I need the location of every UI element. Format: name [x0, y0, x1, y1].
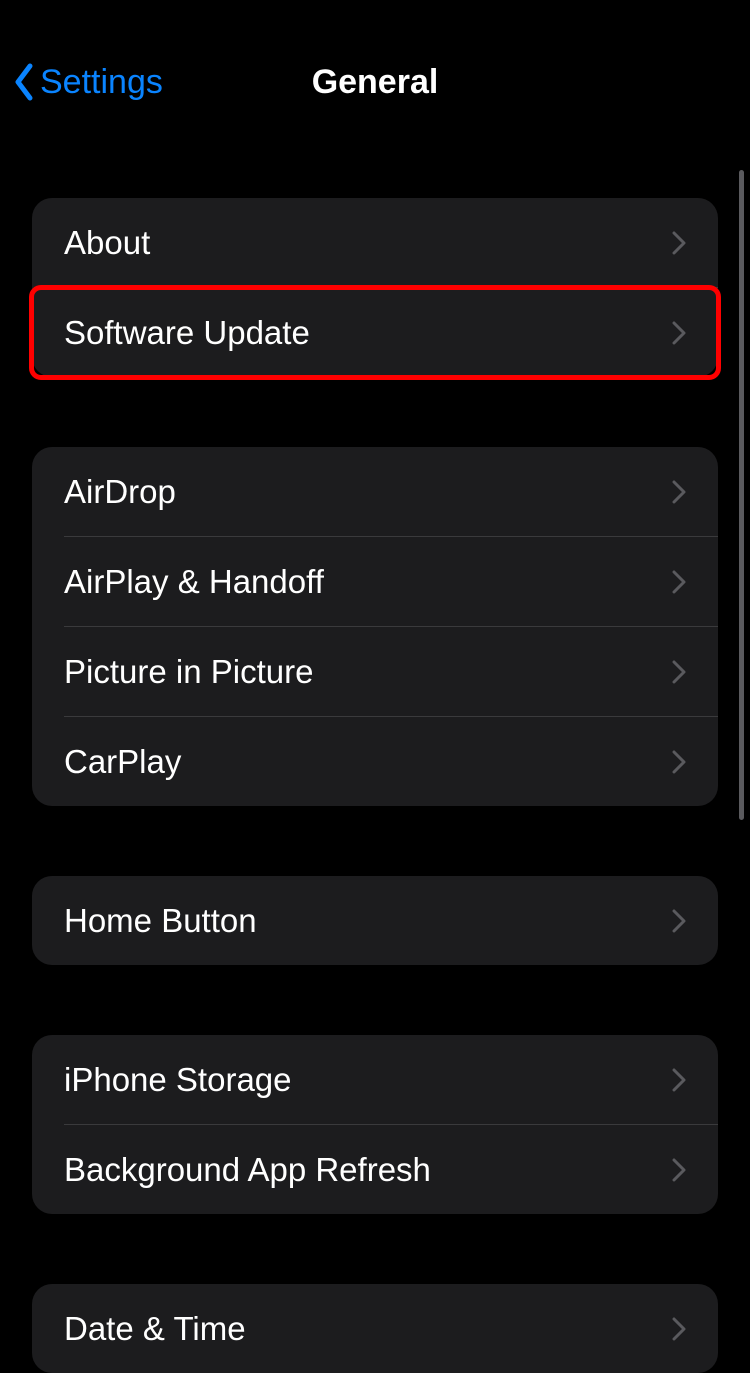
chevron-right-icon	[672, 750, 686, 774]
row-label: Picture in Picture	[64, 653, 313, 691]
chevron-right-icon	[672, 570, 686, 594]
chevron-right-icon	[672, 321, 686, 345]
row-date-time[interactable]: Date & Time	[32, 1284, 718, 1373]
settings-group: About Software Update	[32, 198, 718, 377]
page-title: General	[312, 63, 439, 102]
chevron-left-icon	[12, 62, 36, 102]
back-button-label: Settings	[40, 63, 163, 102]
row-background-app-refresh[interactable]: Background App Refresh	[32, 1125, 718, 1214]
chevron-right-icon	[672, 1158, 686, 1182]
chevron-right-icon	[672, 1317, 686, 1341]
settings-group: iPhone Storage Background App Refresh	[32, 1035, 718, 1214]
row-airdrop[interactable]: AirDrop	[32, 447, 718, 536]
chevron-right-icon	[672, 480, 686, 504]
row-about[interactable]: About	[32, 198, 718, 287]
settings-group: Date & Time	[32, 1284, 718, 1373]
row-label: CarPlay	[64, 743, 181, 781]
row-label: AirDrop	[64, 473, 176, 511]
row-label: Date & Time	[64, 1310, 246, 1348]
row-label: AirPlay & Handoff	[64, 563, 324, 601]
row-iphone-storage[interactable]: iPhone Storage	[32, 1035, 718, 1124]
navigation-bar: Settings General	[0, 38, 750, 126]
chevron-right-icon	[672, 1068, 686, 1092]
row-label: iPhone Storage	[64, 1061, 292, 1099]
chevron-right-icon	[672, 231, 686, 255]
row-home-button[interactable]: Home Button	[32, 876, 718, 965]
chevron-right-icon	[672, 909, 686, 933]
settings-group: AirDrop AirPlay & Handoff Picture in Pic…	[32, 447, 718, 806]
content-area: About Software Update AirDrop AirPlay & …	[0, 198, 750, 1373]
back-button[interactable]: Settings	[12, 62, 163, 102]
row-carplay[interactable]: CarPlay	[32, 717, 718, 806]
chevron-right-icon	[672, 660, 686, 684]
row-picture-in-picture[interactable]: Picture in Picture	[32, 627, 718, 716]
row-airplay-handoff[interactable]: AirPlay & Handoff	[32, 537, 718, 626]
row-label: About	[64, 224, 150, 262]
row-label: Background App Refresh	[64, 1151, 431, 1189]
row-label: Home Button	[64, 902, 257, 940]
row-software-update[interactable]: Software Update	[32, 288, 718, 377]
scrollbar[interactable]	[739, 170, 744, 820]
settings-group: Home Button	[32, 876, 718, 965]
row-label: Software Update	[64, 314, 310, 352]
